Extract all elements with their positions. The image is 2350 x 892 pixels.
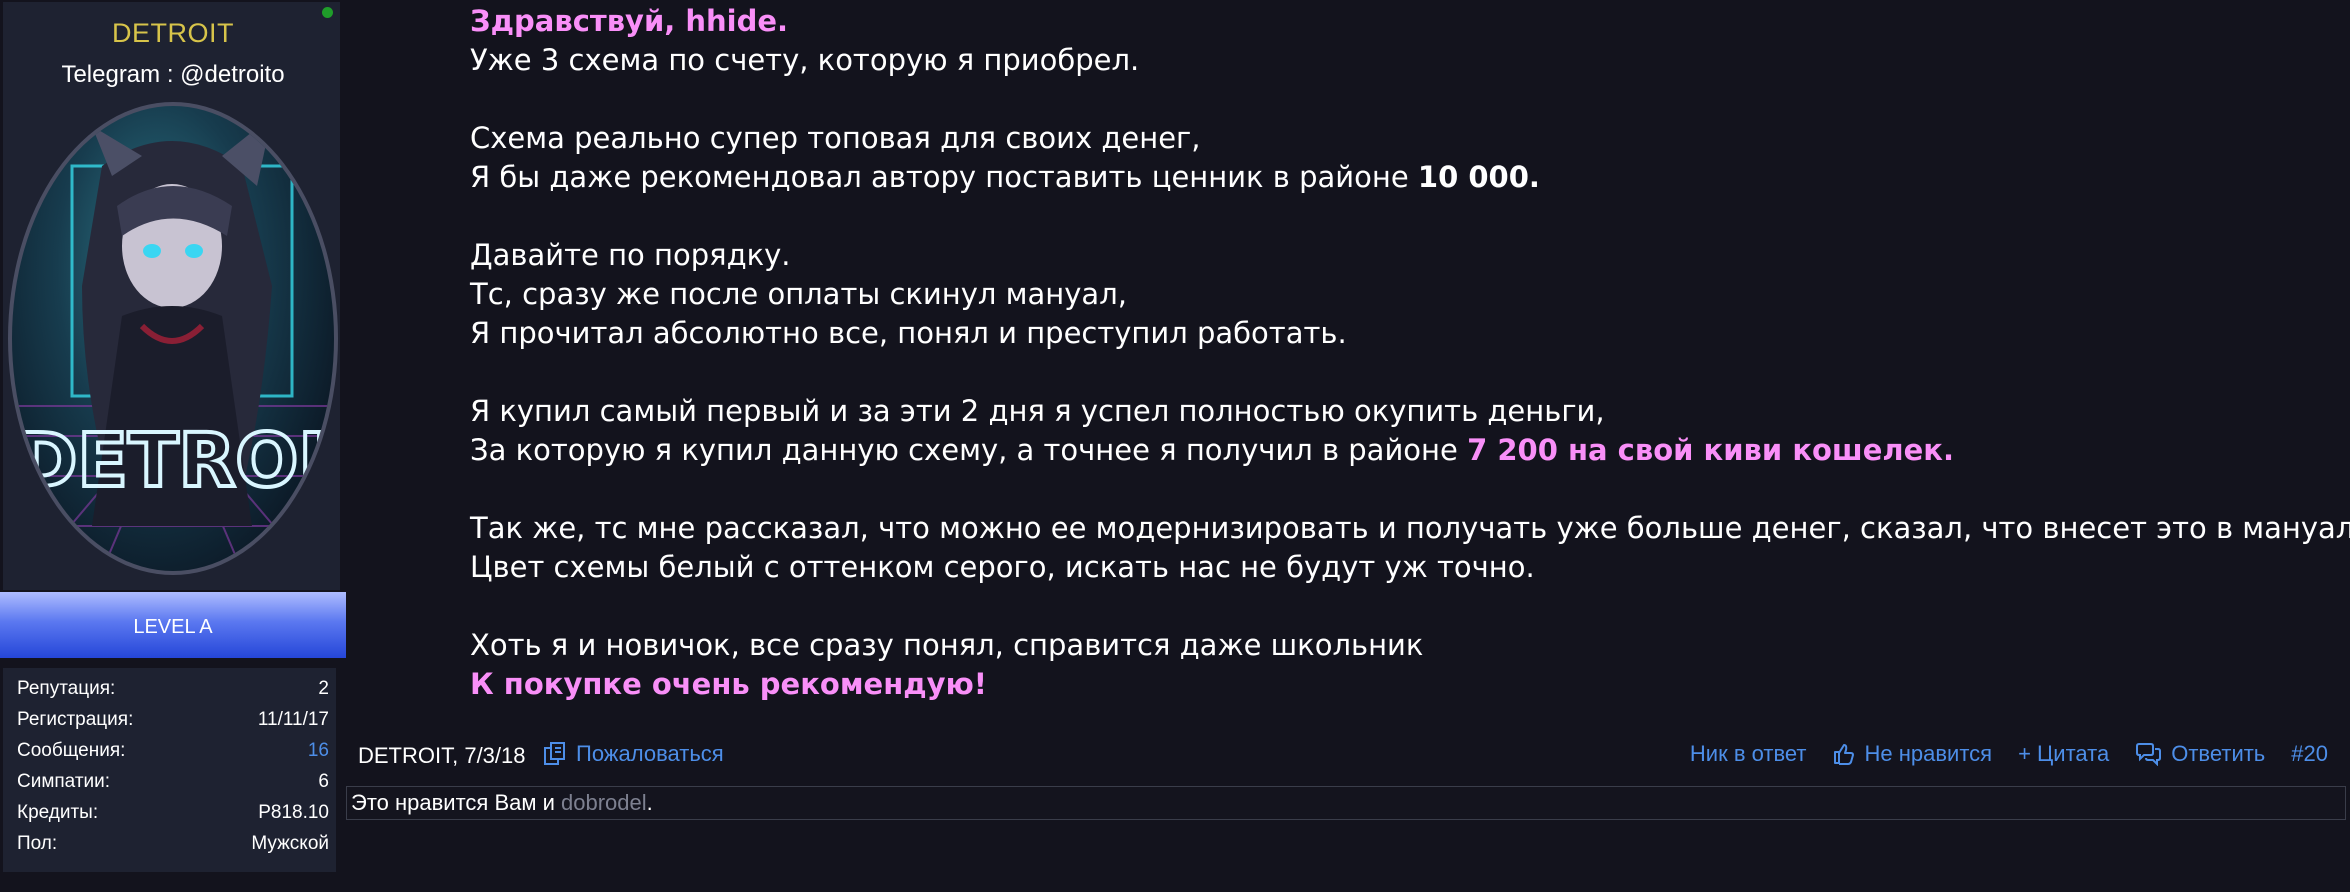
reply-button[interactable]: Ответить [2135,741,2265,767]
report-icon [542,741,568,767]
stat-registration: Регистрация: 11/11/17 [17,709,329,739]
user-stats: Репутация: 2 Регистрация: 11/11/17 Сообщ… [3,668,336,872]
stat-value: 11/11/17 [257,709,329,730]
stat-value: Мужской [251,833,329,854]
message-text: За которую я купил данную схему, а точне… [470,433,1468,467]
stat-credits: Кредиты: P818.10 [17,802,329,832]
message-line: Хоть я и новичок, все сразу понял, справ… [470,628,1424,662]
stat-label: Сообщения: [17,740,126,761]
greeting-text: Здравствуй, hhide. [470,4,789,38]
price-highlight: 10 000. [1417,160,1540,194]
online-status-icon [322,7,333,18]
likes-prefix: Это нравится Вам и [351,790,561,815]
message-line: Уже 3 схема по счету, которую я приобрел… [470,43,1140,77]
stat-value: P818.10 [258,802,329,823]
message-line: Цвет схемы белый с оттенком серого, иска… [470,550,1535,584]
message-line: Я прочитал абсолютно все, понял и престу… [470,316,1347,350]
username[interactable]: DETROIT [0,18,346,49]
post-actions: Ник в ответ Не нравится + Цитата Ответит… [1664,741,2328,767]
comments-icon [2135,742,2163,766]
user-level-badge: LEVEL A [0,592,346,658]
user-panel: DETROIT Telegram : @detroito DETROI LEVE… [0,0,346,872]
stat-label: Репутация: [17,678,116,699]
message-line: Давайте по порядку. [470,238,791,272]
stat-reputation: Репутация: 2 [17,678,329,708]
message-line: Я бы даже рекомендовал автору поставить … [470,158,1540,197]
stat-messages-link[interactable]: 16 [308,740,329,762]
stat-value: 2 [318,678,329,699]
stat-label: Регистрация: [17,709,134,730]
post-footer: DETROIT, 7/3/18 Пожаловаться Ник в ответ… [346,735,2346,775]
message-line: Так же, тс мне рассказал, что можно ее м… [470,511,2350,545]
earnings-highlight: 7 200 на свой киви кошелек. [1467,433,1955,467]
message-line: Тс, сразу же после оплаты скинул мануал, [470,277,1127,311]
stat-gender: Пол: Мужской [17,833,329,863]
user-title: Telegram : @detroito [61,61,285,88]
recommendation-text: К покупке очень рекомендую! [470,667,987,701]
stat-value: 6 [318,771,329,792]
stat-label: Пол: [17,833,58,854]
likes-suffix: . [646,790,653,815]
avatar-logo-text: DETROIT [16,418,334,504]
reply-label: Ответить [2171,741,2266,766]
stat-label: Симпатии: [17,771,111,792]
avatar-art: DETROIT [12,116,334,571]
quote-button[interactable]: + Цитата [2018,741,2109,767]
stat-likes: Симпатии: 6 [17,771,329,801]
likes-summary: Это нравится Вам и dobrodel. [346,786,2346,820]
liker-link[interactable]: dobrodel [561,790,647,815]
report-button[interactable]: Пожаловаться [542,741,724,767]
nick-reply-link[interactable]: Ник в ответ [1690,741,1807,767]
avatar[interactable]: DETROIT [8,102,338,575]
message-line: За которую я купил данную схему, а точне… [470,431,1954,470]
message-line: Схема реально супер топовая для своих де… [470,121,1201,155]
post-author-date[interactable]: DETROIT, 7/3/18 [358,743,526,769]
stat-messages: Сообщения: 16 [17,740,329,770]
message-line: Я купил самый первый и за эти 2 дня я ус… [470,394,1605,428]
message-text: Я бы даже рекомендовал автору поставить … [470,160,1418,194]
post-number-link[interactable]: #20 [2291,741,2328,767]
stat-label: Кредиты: [17,802,99,823]
thumbs-up-icon [1832,742,1856,766]
dislike-button[interactable]: Не нравится [1832,741,1992,767]
dislike-label: Не нравится [1864,741,1993,766]
report-label: Пожаловаться [576,741,724,766]
